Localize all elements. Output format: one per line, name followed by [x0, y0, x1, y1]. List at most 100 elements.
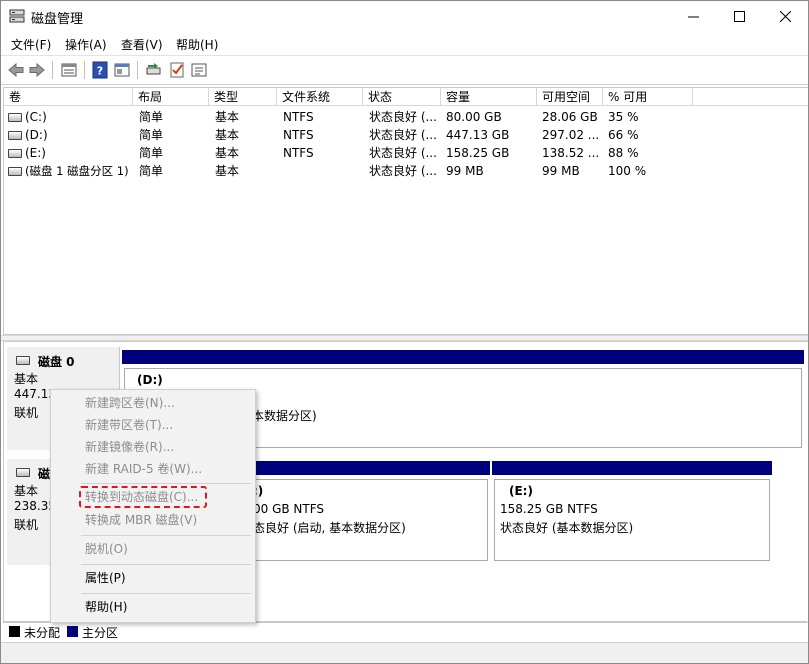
legend: 未分配 主分区 — [3, 621, 807, 642]
partition-status: 状态良好 (基本数据分区) — [500, 521, 634, 535]
toolbar-separator — [84, 61, 85, 79]
cell-status: 状态良好 (... — [369, 146, 437, 160]
cell-volume: (磁盘 1 磁盘分区 1) — [25, 164, 129, 178]
column-header-blank — [693, 88, 808, 106]
forward-icon[interactable] — [28, 61, 46, 79]
cell-volume: (C:) — [25, 110, 47, 124]
minimize-button[interactable] — [670, 1, 716, 32]
volume-icon — [8, 113, 22, 122]
partition-status: 态良好 (启动, 基本数据分区) — [253, 521, 406, 535]
cell-status: 状态良好 (... — [369, 128, 437, 142]
close-button[interactable] — [762, 1, 808, 32]
legend-unallocated-label: 未分配 — [24, 626, 61, 640]
help-icon[interactable]: ? — [91, 61, 109, 79]
column-header-volume[interactable]: 卷 — [4, 88, 133, 106]
volume-icon — [8, 149, 22, 158]
column-header-type[interactable]: 类型 — [209, 88, 277, 106]
disk-icon — [16, 356, 30, 365]
cell-type: 基本 — [215, 146, 240, 160]
close-icon — [779, 11, 791, 22]
partition-header — [252, 461, 490, 475]
partition-c[interactable]: :) 00 GB NTFS 态良好 (启动, 基本数据分区) — [252, 461, 490, 565]
partition-body: :) 00 GB NTFS 态良好 (启动, 基本数据分区) — [252, 479, 488, 561]
menu-help[interactable]: 帮助(H) — [176, 36, 218, 53]
cell-layout: 简单 — [139, 146, 164, 160]
partition-size: 00 GB NTFS — [253, 502, 325, 516]
back-icon[interactable] — [7, 61, 25, 79]
title-bar: 磁盘管理 — [1, 1, 808, 32]
disk-type: 基本 — [14, 372, 39, 386]
menu-item-new-mirrored-volume[interactable]: 新建镜像卷(R)... — [85, 437, 174, 457]
cell-free-space: 138.52 ... — [542, 146, 600, 160]
cell-percent-free: 66 % — [608, 128, 639, 142]
partition-e[interactable]: (E:) 158.25 GB NTFS 状态良好 (基本数据分区) — [492, 461, 772, 565]
volume-icon — [8, 167, 22, 176]
settings-icon[interactable] — [190, 61, 208, 79]
disk-status: 联机 — [14, 406, 39, 420]
menu-bar: 文件(F) 操作(A) 查看(V) 帮助(H) — [1, 32, 808, 54]
window-title: 磁盘管理 — [31, 12, 84, 27]
menu-item-new-spanned-volume[interactable]: 新建跨区卷(N)... — [85, 393, 175, 413]
disk-status: 联机 — [14, 518, 39, 532]
properties-icon[interactable] — [113, 61, 131, 79]
check-icon[interactable] — [168, 61, 186, 79]
column-header-percent-free[interactable]: % 可用 — [603, 88, 693, 106]
partition-header — [122, 350, 804, 364]
list-icon[interactable] — [60, 61, 78, 79]
menu-view[interactable]: 查看(V) — [121, 36, 163, 53]
cell-layout: 简单 — [139, 164, 164, 178]
menu-item-new-raid5-volume[interactable]: 新建 RAID-5 卷(W)... — [85, 459, 202, 479]
menu-item-new-striped-volume[interactable]: 新建带区卷(T)... — [85, 415, 173, 435]
cell-volume: (D:) — [25, 128, 48, 142]
cell-status: 状态良好 (... — [369, 110, 437, 124]
disk-management-window: 磁盘管理 文件(F) 操作(A) 查看(V) 帮助(H) ? 卷 布局 类型 文… — [0, 0, 809, 664]
cell-capacity: 80.00 GB — [446, 110, 502, 124]
maximize-button[interactable] — [716, 1, 762, 32]
volume-icon — [8, 131, 22, 140]
context-menu: 新建跨区卷(N)... 新建带区卷(T)... 新建镜像卷(R)... 新建 R… — [50, 389, 256, 623]
menu-item-properties[interactable]: 属性(P) — [85, 568, 126, 588]
menu-action[interactable]: 操作(A) — [65, 36, 107, 53]
cell-capacity: 158.25 GB — [446, 146, 510, 160]
menu-item-convert-mbr-disk[interactable]: 转换成 MBR 磁盘(V) — [85, 510, 197, 530]
menu-item-help[interactable]: 帮助(H) — [85, 597, 127, 617]
cell-percent-free: 100 % — [608, 164, 647, 178]
cell-type: 基本 — [215, 164, 240, 178]
partition-name: (E:) — [509, 484, 533, 498]
partition-detail: 本数据分区) — [252, 409, 317, 423]
legend-unallocated-swatch — [9, 626, 20, 637]
rescan-icon[interactable] — [145, 61, 163, 79]
column-header-filesystem[interactable]: 文件系统 — [277, 88, 363, 106]
cell-type: 基本 — [215, 128, 240, 142]
volume-list: 卷 布局 类型 文件系统 状态 容量 可用空间 % 可用 (C:) 简单 基本 … — [3, 87, 808, 335]
disk-type: 基本 — [14, 484, 39, 498]
cell-layout: 简单 — [139, 128, 164, 142]
menu-file[interactable]: 文件(F) — [11, 36, 51, 53]
column-header-free-space[interactable]: 可用空间 — [537, 88, 603, 106]
partition-body: (E:) 158.25 GB NTFS 状态良好 (基本数据分区) — [494, 479, 770, 561]
menu-item-offline[interactable]: 脱机(O) — [85, 539, 128, 559]
legend-primary-label: 主分区 — [82, 626, 119, 640]
cell-filesystem: NTFS — [283, 128, 314, 142]
cell-volume: (E:) — [25, 146, 46, 160]
cell-capacity: 99 MB — [446, 164, 484, 178]
disk-icon — [16, 468, 30, 477]
menu-separator — [81, 564, 251, 565]
cell-filesystem: NTFS — [283, 110, 314, 124]
cell-layout: 简单 — [139, 110, 164, 124]
legend-primary-swatch — [67, 626, 78, 637]
column-header-capacity[interactable]: 容量 — [441, 88, 537, 106]
cell-free-space: 297.02 ... — [542, 128, 600, 142]
column-header-status[interactable]: 状态 — [363, 88, 441, 106]
column-header-layout[interactable]: 布局 — [133, 88, 209, 106]
cell-type: 基本 — [215, 110, 240, 124]
minimize-icon — [687, 16, 699, 18]
menu-item-convert-dynamic-disk[interactable]: 转换到动态磁盘(C)... — [85, 487, 198, 507]
partition-name: (D:) — [137, 373, 163, 387]
partition-header — [492, 461, 772, 475]
cell-percent-free: 88 % — [608, 146, 639, 160]
menu-separator — [81, 535, 251, 536]
menu-separator — [81, 483, 251, 484]
cell-capacity: 447.13 GB — [446, 128, 510, 142]
partition-size: 158.25 GB NTFS — [500, 502, 598, 516]
